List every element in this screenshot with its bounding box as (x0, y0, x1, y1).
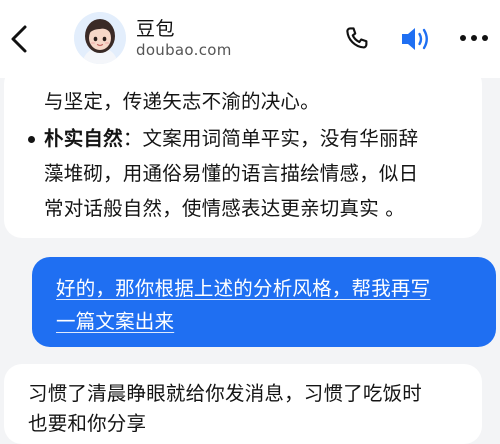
bot-message-text: 藻堆砌，用通俗易懂的语言描绘情感，似日 (44, 162, 419, 185)
bot-message-text: 也要和你分享 (28, 412, 147, 435)
bullet-term: 朴实自然 (44, 127, 123, 150)
bullet-text: ：文案用词简单平实，没有华丽辞 (122, 127, 419, 150)
user-message-text: 一篇文案出来 (56, 310, 175, 333)
chevron-left-icon (11, 25, 27, 53)
more-button[interactable] (458, 30, 490, 46)
bot-message-bullet: 朴实自然：文案用词简单平实，没有华丽辞 (44, 125, 418, 153)
back-button[interactable] (6, 22, 34, 56)
phone-icon (346, 27, 368, 49)
bot-message-text: 常对话般自然，使情感表达更亲切真实 。 (44, 197, 405, 220)
bot-name: 豆包 (136, 18, 176, 40)
avatar[interactable] (74, 12, 126, 64)
bot-message-text: 与坚定，传递矢志不渝的决心。 (44, 90, 320, 113)
voice-button[interactable] (400, 23, 434, 55)
bot-message-text: 习惯了清晨睁眼就给你发消息，习惯了吃饭时 (28, 382, 423, 405)
more-horizontal-icon (460, 35, 488, 41)
speaker-icon (402, 28, 428, 50)
user-message-text: 好的，那你根据上述的分析风格，帮我再写 (56, 277, 431, 300)
phone-button[interactable] (342, 24, 372, 54)
bullet-dot (28, 136, 35, 143)
bot-domain: doubao.com (136, 41, 232, 59)
